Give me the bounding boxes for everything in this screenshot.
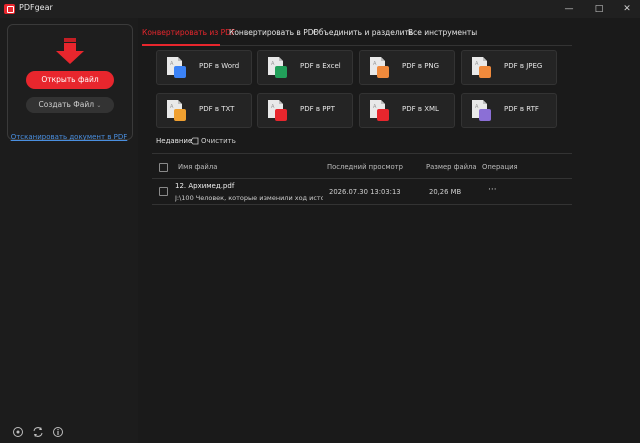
- sidebar: Открыть файл Создать Файл ⌄ Отсканироват…: [0, 18, 138, 443]
- clear-button[interactable]: Очистить: [201, 137, 236, 145]
- open-file-button[interactable]: Открыть файл: [26, 71, 114, 89]
- tool-label: PDF в JPEG: [504, 62, 543, 70]
- svg-text:A: A: [271, 104, 275, 110]
- svg-text:A: A: [373, 61, 377, 67]
- close-icon[interactable]: ✕: [614, 0, 640, 18]
- create-file-button[interactable]: Создать Файл ⌄: [26, 97, 114, 113]
- drop-zone[interactable]: Открыть файл Создать Файл ⌄: [7, 24, 133, 140]
- tool-pdf-to-png[interactable]: A PDF в PNG: [359, 50, 455, 85]
- info-icon[interactable]: [52, 426, 64, 438]
- column-header-operation: Операция: [482, 163, 518, 171]
- tab-bar: Конвертировать из PDF Конвертировать в P…: [138, 18, 640, 46]
- maximize-icon[interactable]: □: [586, 0, 612, 18]
- tool-label: PDF в Excel: [300, 62, 341, 70]
- header-divider: [152, 178, 572, 179]
- last-viewed-value: 2026.07.30 13:03:13: [329, 188, 401, 196]
- pdf-to-excel-icon: A: [268, 57, 287, 78]
- support-icon[interactable]: [12, 426, 24, 438]
- pdf-to-ppt-icon: A: [268, 100, 287, 121]
- svg-text:A: A: [170, 61, 174, 67]
- tool-pdf-to-jpeg[interactable]: A PDF в JPEG: [461, 50, 557, 85]
- row-checkbox[interactable]: [159, 187, 168, 196]
- tool-label: PDF в XML: [402, 105, 439, 113]
- tool-label: PDF в TXT: [199, 105, 235, 113]
- column-header-name: Имя файла: [178, 163, 218, 171]
- scan-to-pdf-link[interactable]: Отсканировать документ в PDF: [0, 133, 138, 141]
- recent-divider: [152, 153, 572, 154]
- svg-text:A: A: [170, 104, 174, 110]
- svg-text:A: A: [475, 104, 479, 110]
- tool-pdf-to-word[interactable]: A PDF в Word: [156, 50, 252, 85]
- tab-all-tools[interactable]: Все инструменты: [408, 28, 477, 37]
- tool-pdf-to-txt[interactable]: A PDF в TXT: [156, 93, 252, 128]
- active-tab-indicator: [142, 44, 220, 46]
- tool-label: PDF в Word: [199, 62, 240, 70]
- pdf-to-xml-icon: A: [370, 100, 389, 121]
- svg-text:A: A: [373, 104, 377, 110]
- tool-label: PDF в PPT: [300, 105, 335, 113]
- create-file-label: Создать Файл: [38, 100, 95, 109]
- svg-text:A: A: [475, 61, 479, 67]
- minimize-icon[interactable]: —: [556, 0, 582, 18]
- pdf-to-rtf-icon: A: [472, 100, 491, 121]
- pdf-to-word-icon: A: [167, 57, 186, 78]
- more-options-icon[interactable]: ···: [488, 185, 497, 195]
- column-header-size: Размер файла: [426, 163, 477, 171]
- tab-merge-split[interactable]: Объединить и разделить: [313, 28, 413, 37]
- tool-pdf-to-excel[interactable]: A PDF в Excel: [257, 50, 353, 85]
- file-size-value: 20,26 МВ: [429, 188, 462, 196]
- download-arrow-icon: [56, 38, 84, 64]
- tool-label: PDF в RTF: [504, 105, 539, 113]
- title-bar: PDFgear — □ ✕: [0, 0, 640, 18]
- tool-pdf-to-xml[interactable]: A PDF в XML: [359, 93, 455, 128]
- row-divider: [152, 204, 572, 205]
- pdf-to-png-icon: A: [370, 57, 389, 78]
- select-all-checkbox[interactable]: [159, 163, 168, 172]
- chevron-down-icon: ⌄: [96, 102, 102, 109]
- pdf-to-jpeg-icon: A: [472, 57, 491, 78]
- tab-convert-to-pdf[interactable]: Конвертировать в PDF: [229, 28, 318, 37]
- sidebar-bottom-icons: [0, 426, 138, 440]
- file-name[interactable]: 12. Архимед.pdf: [175, 182, 234, 190]
- column-header-last-viewed: Последний просмотр: [327, 163, 403, 171]
- tool-label: PDF в PNG: [402, 62, 440, 70]
- svg-text:A: A: [271, 61, 275, 67]
- pdfgear-logo-icon: [4, 4, 15, 14]
- eraser-icon[interactable]: [190, 137, 199, 145]
- tab-convert-from-pdf[interactable]: Конвертировать из PDF: [142, 28, 235, 37]
- file-path: J:\100 Человек, которые изменили ход ист…: [175, 194, 323, 202]
- pdf-to-txt-icon: A: [167, 100, 186, 121]
- tool-pdf-to-rtf[interactable]: A PDF в RTF: [461, 93, 557, 128]
- main-panel: Конвертировать из PDF Конвертировать в P…: [138, 18, 640, 443]
- sync-icon[interactable]: [32, 426, 44, 438]
- tool-pdf-to-ppt[interactable]: A PDF в PPT: [257, 93, 353, 128]
- window-title: PDFgear: [19, 3, 53, 12]
- recent-label: Недавние: [156, 137, 193, 145]
